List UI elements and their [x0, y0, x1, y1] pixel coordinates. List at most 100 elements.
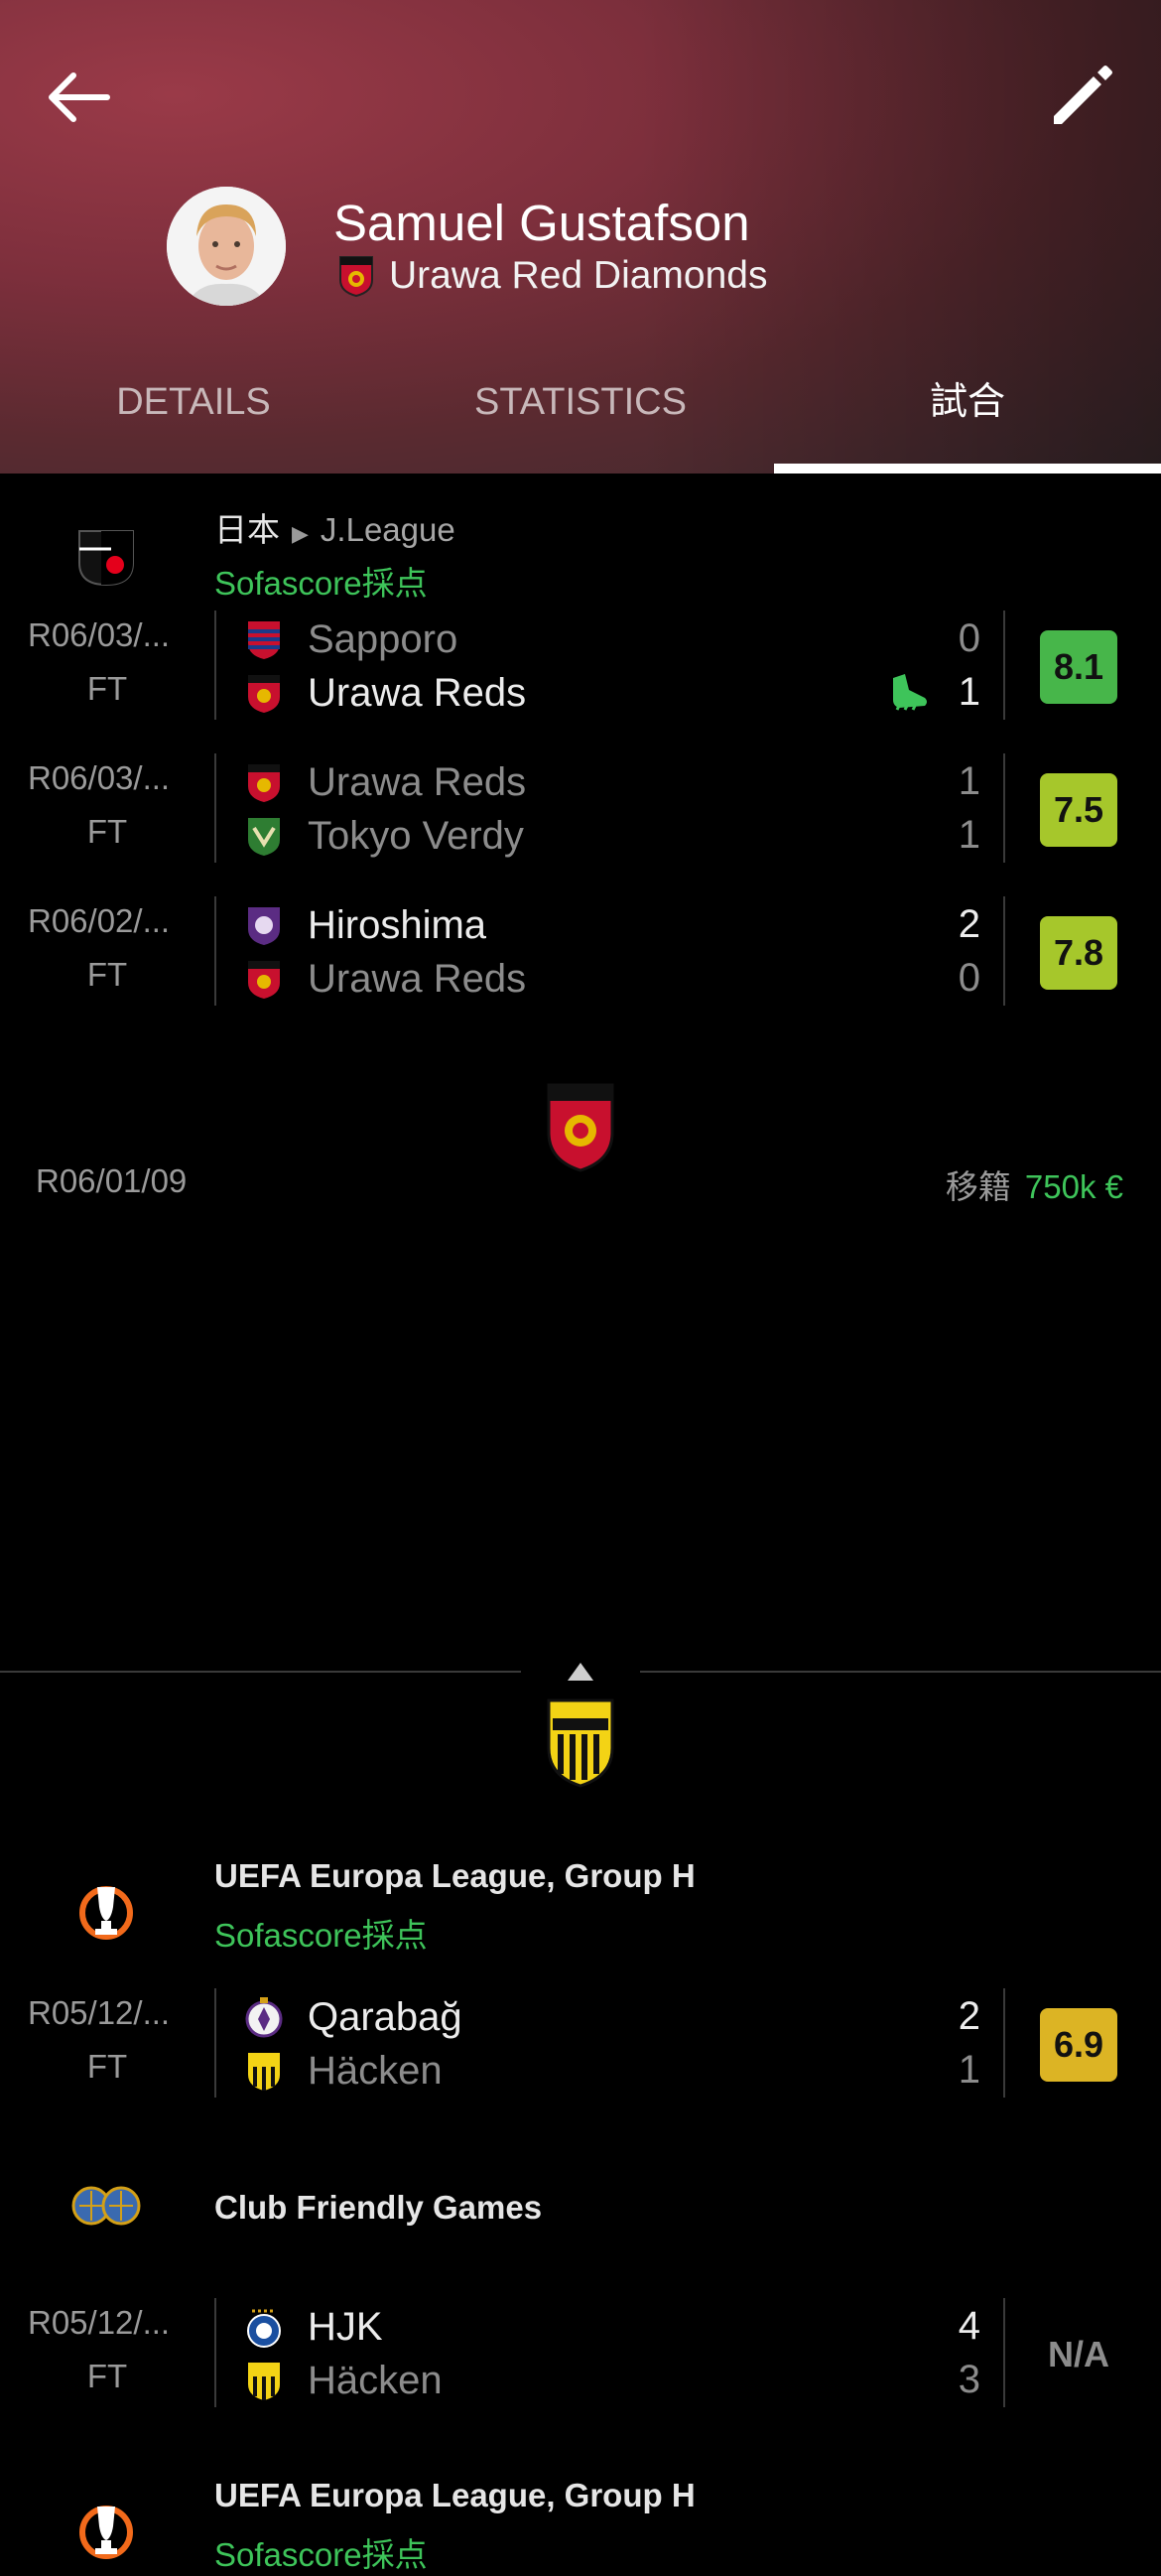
urawa-crest-icon: [547, 1083, 614, 1172]
tab-matches[interactable]: 試合: [774, 367, 1161, 474]
friendly-games-logo-icon: [71, 2186, 141, 2226]
tab-statistics[interactable]: STATISTICS: [387, 367, 774, 474]
pencil-icon: [1054, 66, 1112, 124]
league-competition: J.League: [320, 511, 455, 548]
transfer-row[interactable]: R06/01/09 移籍 750k €: [0, 1079, 1161, 1788]
transfer-label: 移籍: [945, 1168, 1011, 1205]
hacken-crest-icon: [248, 2363, 280, 2400]
divider: [1003, 610, 1005, 720]
away-score: 1: [958, 670, 980, 714]
league-title: UEFA Europa League, Group H: [214, 2477, 696, 2513]
match-status: FT: [86, 956, 128, 993]
team-link[interactable]: Urawa Red Diamonds: [337, 254, 768, 298]
transfer-info: 移籍 750k €: [946, 1160, 1123, 1208]
home-score: 1: [958, 759, 980, 803]
team-name: Sapporo: [308, 616, 458, 661]
away-score: 1: [958, 2048, 980, 2092]
league-title: Club Friendly Games: [214, 2189, 543, 2226]
match-row[interactable]: R06/03/... FT Urawa Reds Tokyo Verdy 1 1…: [0, 753, 1161, 869]
qarabag-crest-icon: [245, 1997, 283, 2038]
team-name: Häcken: [308, 2358, 443, 2402]
home-score: 2: [958, 902, 980, 946]
home-team: Hiroshima: [244, 902, 486, 948]
home-team: HJK: [244, 2304, 383, 2350]
urawa-crest-icon: [248, 764, 280, 802]
team-name: HJK: [308, 2304, 383, 2349]
tab-details[interactable]: DETAILS: [0, 367, 387, 474]
home-score: 0: [958, 616, 980, 660]
league-header-jleague[interactable]: 日本 ▶ J.League Sofascore採点: [0, 493, 1161, 603]
europa-league-logo-icon: [79, 2506, 133, 2559]
player-name: Samuel Gustafson: [333, 195, 750, 251]
divider: [214, 1988, 216, 2098]
urawa-crest-icon: [339, 256, 373, 298]
away-team: Häcken: [244, 2048, 443, 2094]
player-header: Samuel Gustafson Urawa Red Diamonds DETA…: [0, 0, 1161, 474]
player-avatar: [167, 187, 286, 306]
rating-badge: 6.9: [1040, 2008, 1117, 2082]
rating-badge: 8.1: [1040, 630, 1117, 704]
league-title: 日本 ▶ J.League: [214, 503, 455, 551]
tab-bar: DETAILS STATISTICS 試合: [0, 367, 1161, 474]
rating-label: Sofascore採点: [214, 2536, 428, 2573]
divider: [214, 896, 216, 1006]
home-team: Qarabağ: [244, 1994, 462, 2040]
boot-icon: [893, 674, 927, 711]
divider: [1003, 896, 1005, 1006]
home-team: Sapporo: [244, 616, 457, 662]
away-score: 0: [958, 956, 980, 1000]
away-team: Urawa Reds: [244, 956, 526, 1002]
league-header-friendlies[interactable]: Club Friendly Games: [0, 2161, 1161, 2270]
team-name: Häcken: [308, 2048, 443, 2093]
hacken-crest-icon: [248, 2053, 280, 2091]
europa-league-logo-icon: [79, 1886, 133, 1940]
away-team: Tokyo Verdy: [244, 813, 524, 859]
match-date: R06/02/...: [28, 902, 171, 939]
team-name: Urawa Reds: [308, 670, 527, 715]
team-name: Urawa Red Diamonds: [389, 254, 768, 297]
match-status: FT: [86, 2048, 128, 2085]
transfer-fee: 750k €: [1024, 1168, 1123, 1205]
edit-button[interactable]: [1042, 55, 1121, 134]
match-row[interactable]: R05/12/... FT HJK Häcken 4 3 N/A: [0, 2298, 1161, 2413]
rating-badge: N/A: [1048, 2334, 1109, 2374]
jleague-logo-icon: [78, 530, 134, 587]
away-team: Urawa Reds: [244, 670, 526, 716]
match-row[interactable]: R06/03/... FT Sapporo Urawa Reds 0 1 8.1: [0, 610, 1161, 726]
hiroshima-crest-icon: [248, 907, 280, 945]
league-country: 日本: [214, 511, 280, 548]
back-button[interactable]: [40, 58, 119, 137]
away-team: Häcken: [244, 2358, 443, 2403]
match-row[interactable]: R05/12/... FT Qarabağ Häcken 2 1 6.9: [0, 1988, 1161, 2103]
rating-badge: 7.5: [1040, 773, 1117, 847]
sapporo-crest-icon: [248, 621, 280, 659]
divider: [214, 2298, 216, 2407]
divider: [640, 1671, 1161, 1673]
match-date: R06/03/...: [28, 759, 171, 796]
league-header-uel[interactable]: UEFA Europa League, Group H Sofascore採点: [0, 2463, 1161, 2573]
match-date: R05/12/...: [28, 1994, 171, 2031]
arrow-left-icon: [49, 72, 110, 122]
chevron-right-icon: ▶: [292, 521, 309, 546]
hjk-crest-icon: [247, 2309, 281, 2348]
team-name: Qarabağ: [308, 1994, 462, 2039]
match-date: R06/03/...: [28, 616, 171, 653]
home-team: Urawa Reds: [244, 759, 526, 805]
team-name: Urawa Reds: [308, 956, 527, 1001]
divider: [1003, 1988, 1005, 2098]
rating-label: Sofascore採点: [214, 1917, 428, 1954]
home-score: 2: [958, 1994, 980, 2038]
league-header-uel[interactable]: UEFA Europa League, Group H Sofascore採点: [0, 1843, 1161, 1954]
team-name: Urawa Reds: [308, 759, 527, 804]
match-status: FT: [86, 813, 128, 850]
tokyo-verdy-crest-icon: [248, 818, 280, 856]
match-status: FT: [86, 670, 128, 707]
rating-label: Sofascore採点: [214, 565, 428, 602]
team-name: Tokyo Verdy: [308, 813, 524, 858]
divider: [0, 1671, 521, 1673]
arrow-up-icon: [568, 1663, 593, 1681]
divider: [214, 753, 216, 863]
home-score: 4: [958, 2304, 980, 2348]
match-date: R05/12/...: [28, 2304, 171, 2341]
match-row[interactable]: R06/02/... FT Hiroshima Urawa Reds 2 0 7…: [0, 896, 1161, 1012]
